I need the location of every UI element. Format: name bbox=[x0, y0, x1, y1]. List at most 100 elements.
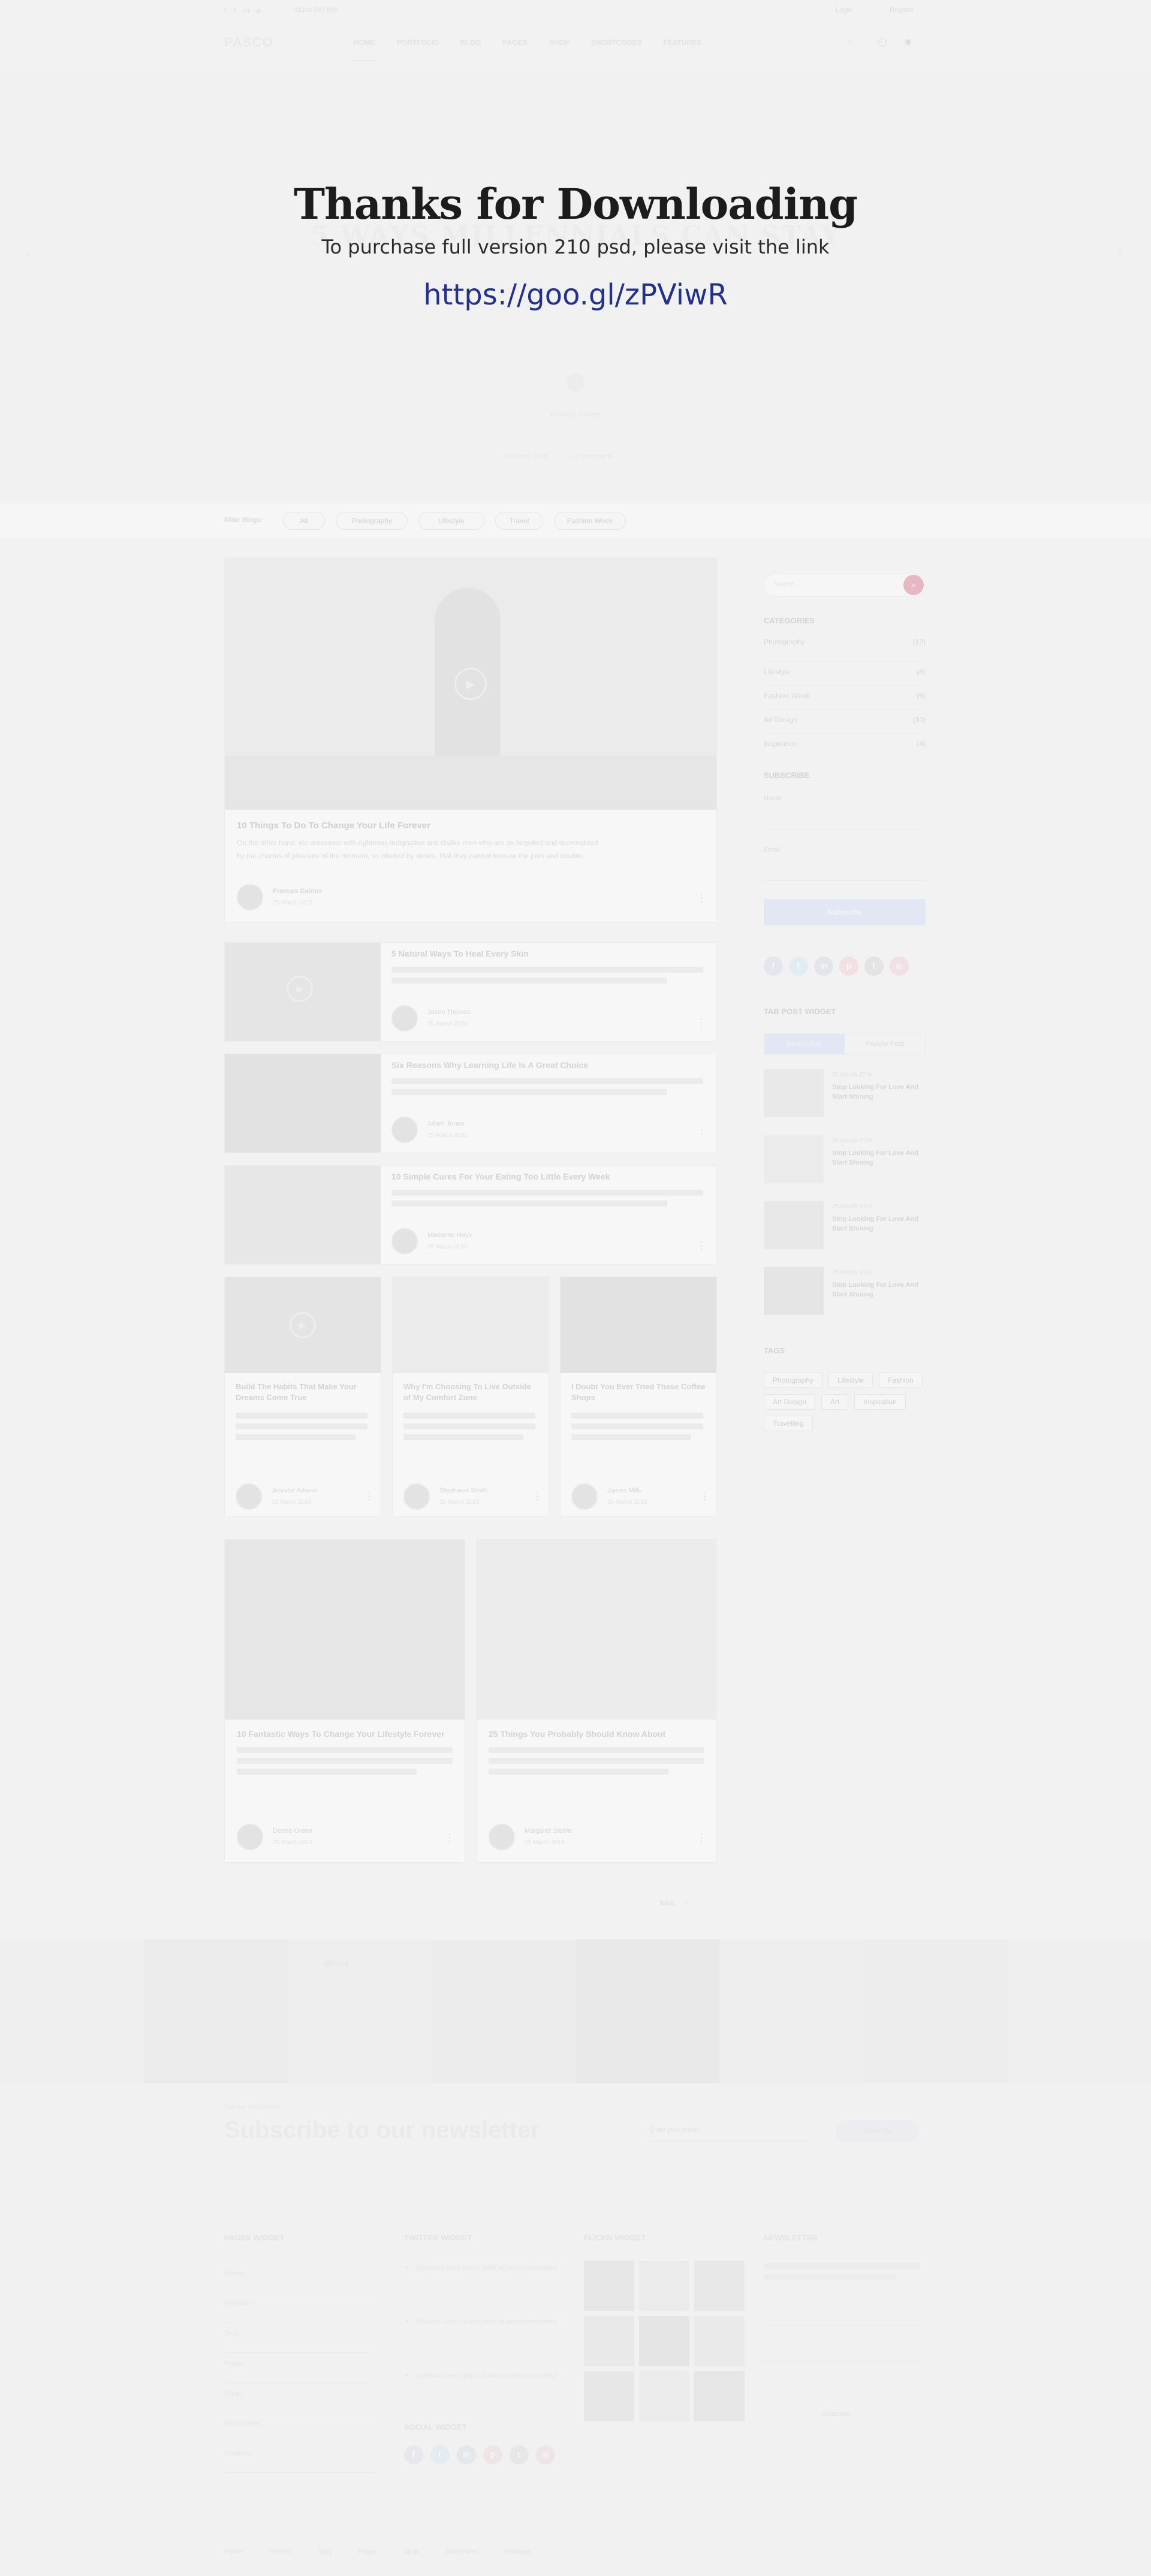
play-icon[interactable]: ▶ bbox=[287, 976, 313, 1002]
list-post-image[interactable] bbox=[225, 1054, 381, 1153]
subscribe-email-field[interactable] bbox=[764, 861, 926, 881]
nav-item-blog[interactable]: BLOG bbox=[460, 38, 481, 61]
flickr-photo[interactable] bbox=[584, 2316, 634, 2366]
list-post-title[interactable]: 10 Simple Cures For Your Eating Too Litt… bbox=[391, 1172, 610, 1181]
category-item[interactable]: Photography (12) bbox=[764, 638, 926, 662]
nav-item-portfolio[interactable]: PORTFOLIO bbox=[397, 38, 439, 61]
nav-item-home[interactable]: HOME bbox=[354, 38, 375, 61]
tag-item[interactable]: Fashion bbox=[879, 1373, 923, 1388]
search-input[interactable]: Search... bbox=[774, 581, 800, 588]
filter-chip-photography[interactable]: Photography bbox=[336, 512, 408, 530]
list-post-author[interactable]: Marianne Hays bbox=[427, 1232, 472, 1239]
more-options-icon[interactable]: ⋮ bbox=[696, 1016, 707, 1029]
tab-recent-post[interactable]: Recent Post bbox=[764, 1034, 845, 1054]
user-icon[interactable]: ◯ bbox=[878, 37, 887, 47]
flickr-photo[interactable] bbox=[694, 2261, 745, 2311]
linkedin-icon[interactable]: in bbox=[814, 957, 833, 976]
list-post-author[interactable]: Jason Thomas bbox=[427, 1009, 471, 1016]
footer-page-link[interactable]: Features bbox=[224, 2443, 374, 2473]
linkedin-icon[interactable]: in bbox=[457, 2445, 476, 2465]
featured-post-author[interactable]: Frances Gaines bbox=[273, 888, 322, 895]
tag-item[interactable]: Travelling bbox=[764, 1416, 813, 1431]
tag-item[interactable]: Inspiration bbox=[854, 1394, 906, 1410]
more-options-icon[interactable]: ⋮ bbox=[444, 1832, 455, 1844]
footer-bottom-link[interactable]: Portfolio bbox=[268, 2548, 292, 2556]
pinterest-icon[interactable]: p bbox=[483, 2445, 502, 2465]
category-item[interactable]: Art Design (10) bbox=[764, 710, 926, 734]
play-icon[interactable]: ▶ bbox=[290, 1312, 316, 1338]
filter-chip-lifestyle[interactable]: Lifestyle bbox=[418, 512, 484, 530]
instagram-photo[interactable] bbox=[144, 1939, 288, 2083]
nav-item-features[interactable]: FEATURES bbox=[664, 38, 702, 61]
footer-page-link[interactable]: Shortcodes bbox=[224, 2413, 374, 2443]
cart-icon[interactable]: ▣ bbox=[904, 37, 912, 47]
tab-post-item[interactable]: 25 March 2016 Stop Looking For Love And … bbox=[764, 1201, 926, 1267]
tag-item[interactable]: Photography bbox=[764, 1373, 823, 1388]
search-icon[interactable]: ⌕ bbox=[848, 37, 852, 47]
list-post-title[interactable]: Six Reasons Why Learning Life Is A Great… bbox=[391, 1060, 588, 1070]
instagram-photo[interactable] bbox=[432, 1939, 576, 2083]
featured-post-image[interactable]: ▶ bbox=[225, 558, 716, 810]
list-post-image[interactable] bbox=[225, 1166, 381, 1264]
subscribe-button[interactable]: Subscribe bbox=[764, 899, 926, 925]
nav-item-shortcodes[interactable]: SHORTCODES bbox=[591, 38, 642, 61]
nav-item-shop[interactable]: SHOP bbox=[549, 38, 570, 61]
pinterest-icon[interactable]: p bbox=[839, 957, 858, 976]
footer-bottom-link[interactable]: Shortcodes bbox=[445, 2548, 479, 2556]
instagram-photo[interactable]: @pasco bbox=[288, 1939, 432, 2083]
flickr-photo[interactable] bbox=[639, 2371, 689, 2421]
pagination-next[interactable]: Next › bbox=[659, 1899, 688, 1907]
category-item[interactable]: Lifestyle (8) bbox=[764, 662, 926, 686]
twitter-icon[interactable]: t bbox=[789, 957, 808, 976]
footer-page-link[interactable]: Blog bbox=[224, 2323, 374, 2353]
facebook-icon[interactable]: f bbox=[224, 7, 227, 14]
footer-newsletter-button[interactable]: Subscribe bbox=[821, 2411, 851, 2418]
flickr-photo[interactable] bbox=[639, 2261, 689, 2311]
more-options-icon[interactable]: ⋮ bbox=[696, 1128, 707, 1141]
grid-post-author[interactable]: James Mills bbox=[607, 1487, 641, 1494]
footer-page-link[interactable]: Home bbox=[224, 2263, 374, 2293]
play-icon[interactable]: ▶ bbox=[454, 668, 487, 700]
filter-chip-travel[interactable]: Travel bbox=[495, 512, 543, 530]
tab-post-item[interactable]: 25 March 2016 Stop Looking For Love And … bbox=[764, 1135, 926, 1201]
footer-bottom-link[interactable]: Blog bbox=[319, 2548, 332, 2556]
grid-post-author[interactable]: Stephanie Smith bbox=[439, 1487, 488, 1494]
instagram-photo[interactable] bbox=[1007, 1939, 1151, 2083]
tumblr-icon[interactable]: t bbox=[510, 2445, 529, 2465]
login-link[interactable]: Login bbox=[836, 7, 852, 14]
instagram-photo[interactable] bbox=[0, 1939, 144, 2083]
nav-item-pages[interactable]: PAGES bbox=[503, 38, 528, 61]
more-options-icon[interactable]: ⋮ bbox=[364, 1490, 375, 1503]
footer-page-link[interactable]: Shop bbox=[224, 2383, 374, 2413]
flickr-photo[interactable] bbox=[694, 2316, 745, 2366]
instagram-handle[interactable]: @pasco bbox=[324, 1960, 348, 1967]
flickr-photo[interactable] bbox=[694, 2371, 745, 2421]
instagram-photo[interactable] bbox=[576, 1939, 719, 2083]
flickr-photo[interactable] bbox=[639, 2316, 689, 2366]
grid-post-title[interactable]: Why I'm Choosing To Live Outside of My C… bbox=[403, 1381, 538, 1403]
tumblr-icon[interactable]: t bbox=[864, 957, 884, 976]
category-item[interactable]: Fashion Week (6) bbox=[764, 686, 926, 710]
footer-page-link[interactable]: Pages bbox=[224, 2353, 374, 2383]
more-options-icon[interactable]: ⋮ bbox=[532, 1490, 543, 1503]
subscribe-name-field[interactable] bbox=[764, 809, 926, 829]
search-button[interactable]: ⌕ bbox=[903, 575, 924, 595]
grid-post-image[interactable] bbox=[561, 1277, 716, 1373]
list-post-title[interactable]: 5 Natural Ways To Heal Every Skin bbox=[391, 949, 529, 958]
category-item[interactable]: Inspiration (4) bbox=[764, 734, 926, 758]
more-options-icon[interactable]: ⋮ bbox=[696, 1832, 707, 1844]
linkedin-icon[interactable]: in bbox=[243, 7, 249, 14]
twitter-icon[interactable]: t bbox=[234, 7, 236, 14]
footer-page-link[interactable]: Portfolio bbox=[224, 2293, 374, 2323]
footer-bottom-link[interactable]: Features bbox=[505, 2548, 531, 2556]
grid-post-author[interactable]: Jennifer Adams bbox=[272, 1487, 317, 1494]
site-logo[interactable]: PASCO bbox=[224, 35, 273, 50]
dribbble-icon[interactable]: ◎ bbox=[536, 2445, 555, 2465]
register-link[interactable]: Register bbox=[890, 7, 914, 14]
more-options-icon[interactable]: ⋮ bbox=[696, 892, 707, 904]
more-options-icon[interactable]: ⋮ bbox=[700, 1490, 710, 1503]
facebook-icon[interactable]: f bbox=[764, 957, 783, 976]
footer-newsletter-field[interactable] bbox=[764, 2305, 926, 2325]
pinterest-icon[interactable]: p bbox=[257, 7, 261, 14]
featured-post-title[interactable]: 10 Things To Do To Change Your Life Fore… bbox=[237, 821, 430, 831]
